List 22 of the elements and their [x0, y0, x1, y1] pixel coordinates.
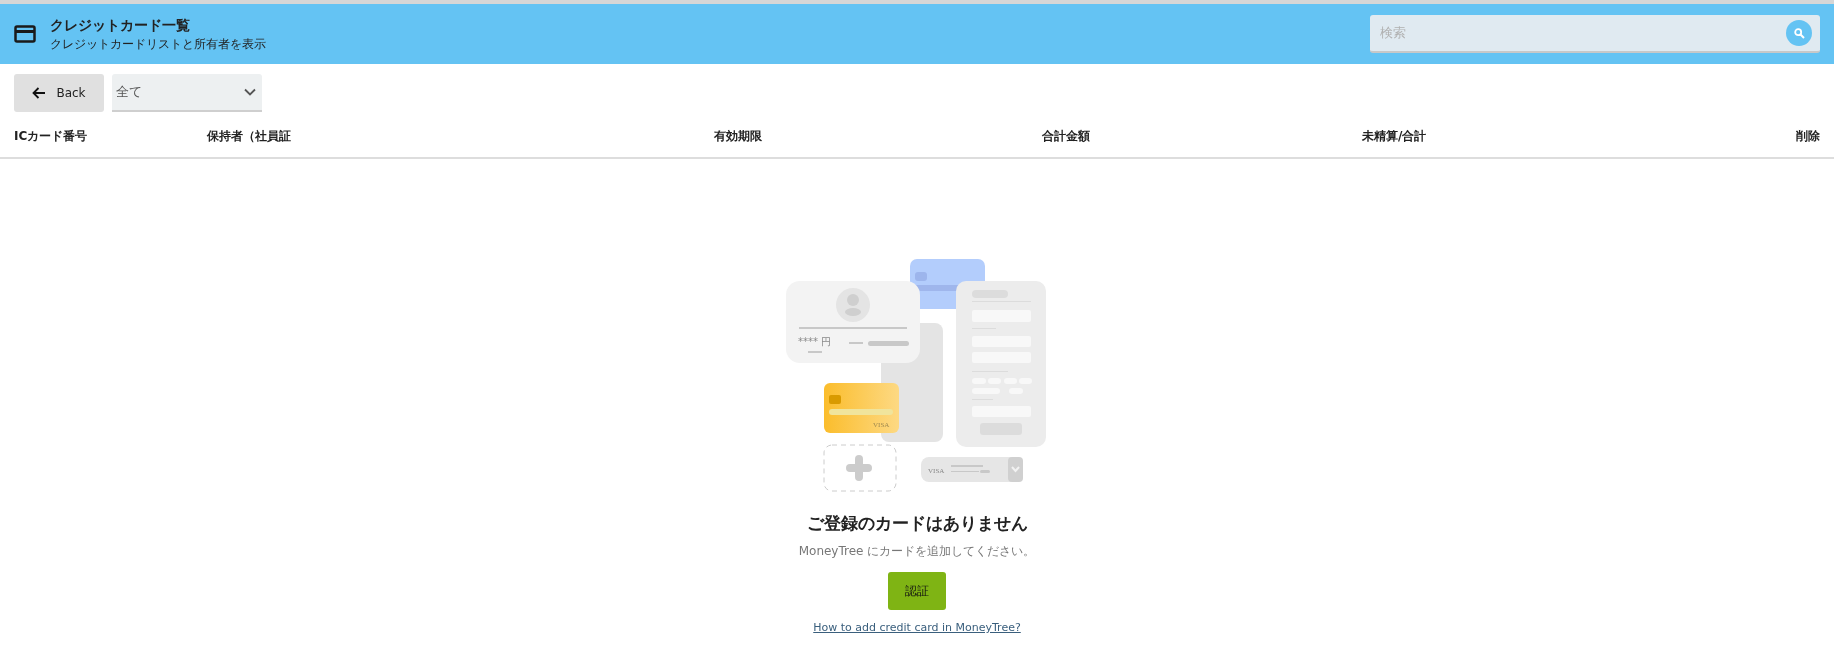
- search-input[interactable]: 検索: [1380, 23, 1786, 43]
- column-header: 削除: [1796, 128, 1820, 145]
- back-button[interactable]: Back: [14, 74, 104, 112]
- amount-text: **** 円: [798, 336, 832, 347]
- credit-card-icon: [14, 25, 36, 43]
- column-header: 未精算/合計: [1362, 128, 1428, 145]
- help-link[interactable]: How to add credit card in MoneyTree?: [813, 620, 1021, 637]
- chevron-down-icon: [244, 88, 256, 96]
- column-header: ICカード番号: [14, 128, 89, 145]
- authenticate-button[interactable]: 認証: [888, 572, 946, 610]
- page-subtitle: クレジットカードリストと所有者を表示: [50, 36, 266, 53]
- search-field[interactable]: 検索: [1370, 15, 1820, 53]
- search-button[interactable]: [1786, 20, 1812, 46]
- column-header: 合計金額: [1042, 128, 1091, 145]
- empty-state-message: MoneyTree にカードを追加してください。: [798, 543, 1036, 560]
- column-header: 保持者（社員証: [207, 128, 292, 145]
- arrow-left-icon: [32, 87, 47, 99]
- search-icon: [1793, 27, 1805, 39]
- column-header: 有効期限: [714, 128, 763, 145]
- empty-state-title: ご登録のカードはありません: [806, 512, 1028, 535]
- page-title: クレジットカード一覧: [50, 16, 191, 35]
- filter-select[interactable]: 全て: [112, 74, 262, 112]
